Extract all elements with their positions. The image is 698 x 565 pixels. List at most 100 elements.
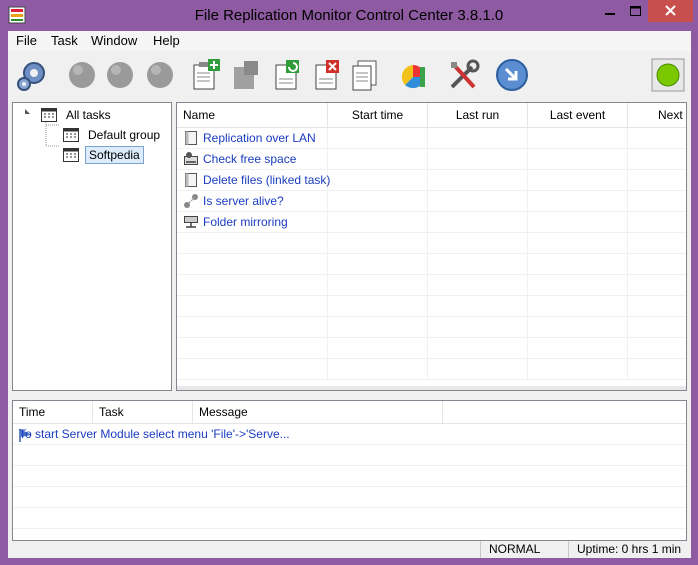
server-disabled-icon: [147, 62, 173, 88]
last-run-cell: [428, 191, 528, 212]
documents-button[interactable]: [346, 57, 382, 93]
empty-row: [177, 317, 686, 338]
task-name-cell: Delete files (linked task): [177, 170, 331, 191]
copy-task-button[interactable]: [228, 57, 264, 93]
task-row[interactable]: Is server alive?: [177, 191, 686, 212]
last-event-cell: [528, 128, 628, 149]
task-name-cell: Replication over LAN: [177, 128, 328, 149]
menu-help[interactable]: Help: [153, 33, 180, 48]
task-name: Delete files (linked task): [203, 173, 331, 187]
empty-row: [13, 445, 686, 466]
column-header-next-run[interactable]: Next r: [628, 103, 686, 128]
message-log: Time Task Message To start Server Module…: [12, 400, 687, 541]
task-name: Is server alive?: [203, 194, 284, 208]
maximize-button[interactable]: [623, 0, 648, 22]
toolbar: [8, 51, 691, 99]
task-list-header: Name Start time Last run Last event Next…: [177, 103, 686, 128]
empty-row: [13, 466, 686, 487]
task-row[interactable]: Replication over LAN: [177, 128, 686, 149]
go-button[interactable]: [494, 57, 530, 93]
status-light-button[interactable]: [650, 57, 686, 93]
column-header-name[interactable]: Name: [177, 103, 328, 128]
statistics-button[interactable]: [396, 57, 432, 93]
column-header-task[interactable]: Task: [93, 401, 193, 424]
tree-node-default-group[interactable]: Default group: [63, 126, 173, 144]
refresh-task-button[interactable]: [268, 57, 304, 93]
column-header-start-time[interactable]: Start time: [328, 103, 428, 128]
last-run-cell: [428, 128, 528, 149]
start-time-cell: [328, 191, 428, 212]
copy-task-icon: [234, 61, 258, 89]
calendar-icon: [63, 128, 79, 142]
empty-row: [177, 254, 686, 275]
minimize-icon: [605, 13, 615, 15]
tree-node-label: Softpedia: [85, 146, 144, 164]
task-list: Name Start time Last run Last event Next…: [176, 102, 687, 391]
calendar-icon: [41, 108, 57, 122]
menu-file[interactable]: File: [16, 33, 37, 48]
close-button[interactable]: [648, 0, 693, 22]
tree-node-softpedia[interactable]: Softpedia: [63, 146, 163, 164]
log-row[interactable]: To start Server Module select menu 'File…: [13, 424, 686, 445]
new-task-button[interactable]: [188, 57, 224, 93]
horizontal-scrollbar[interactable]: [177, 386, 686, 390]
status-uptime: Uptime: 0 hrs 1 min: [568, 541, 691, 558]
start-time-cell: [328, 212, 428, 233]
statistics-chart-icon: [401, 65, 425, 89]
documents-icon: [352, 60, 377, 91]
calendar-icon: [63, 148, 79, 162]
column-header-last-run[interactable]: Last run: [428, 103, 528, 128]
status-bar: NORMAL Uptime: 0 hrs 1 min: [8, 541, 691, 558]
mirror-icon: [184, 216, 198, 228]
task-row[interactable]: Delete files (linked task): [177, 170, 686, 191]
log-header: Time Task Message: [13, 401, 686, 424]
tree-node-all-tasks[interactable]: All tasks: [41, 106, 161, 124]
task-row[interactable]: Folder mirroring: [177, 212, 686, 233]
disk-icon: [184, 152, 198, 165]
start-time-cell: [328, 128, 428, 149]
last-run-cell: [428, 149, 528, 170]
task-row[interactable]: Check free space: [177, 149, 686, 170]
title-bar[interactable]: File Replication Monitor Control Center …: [0, 0, 698, 31]
server-button-3[interactable]: [142, 57, 178, 93]
go-arrow-icon: [496, 59, 528, 91]
menu-task[interactable]: Task: [51, 33, 78, 48]
last-run-cell: [428, 170, 528, 191]
refresh-task-icon: [275, 60, 299, 90]
empty-row: [177, 296, 686, 317]
tools-button[interactable]: [446, 57, 482, 93]
task-name-cell: Is server alive?: [177, 191, 328, 212]
start-time-cell: [328, 170, 428, 191]
column-header-message[interactable]: Message: [193, 401, 443, 424]
settings-button[interactable]: [14, 57, 50, 93]
task-name: Check free space: [203, 152, 297, 166]
document-icon: [185, 173, 197, 187]
task-name: Folder mirroring: [203, 215, 288, 229]
column-header-time[interactable]: Time: [13, 401, 93, 424]
last-event-cell: [528, 212, 628, 233]
minimize-button[interactable]: [596, 0, 623, 22]
start-time-cell: [328, 149, 428, 170]
server-button-1[interactable]: [64, 57, 100, 93]
delete-task-icon: [315, 60, 339, 90]
server-disabled-icon: [107, 62, 133, 88]
status-mode: NORMAL: [480, 541, 568, 558]
task-name: Replication over LAN: [203, 131, 316, 145]
maximize-icon: [630, 6, 641, 16]
status-light-icon: [651, 58, 685, 92]
document-icon: [185, 131, 197, 145]
new-task-icon: [193, 59, 220, 90]
last-event-cell: [528, 149, 628, 170]
settings-gears-icon: [17, 62, 45, 91]
empty-row: [177, 233, 686, 254]
server-button-2[interactable]: [102, 57, 138, 93]
task-name-cell: Check free space: [177, 149, 328, 170]
menu-window[interactable]: Window: [91, 33, 137, 48]
delete-task-button[interactable]: [308, 57, 344, 93]
empty-row: [177, 359, 686, 380]
column-header-last-event[interactable]: Last event: [528, 103, 628, 128]
last-event-cell: [528, 191, 628, 212]
tools-icon: [450, 59, 480, 89]
empty-row: [177, 275, 686, 296]
empty-row: [13, 508, 686, 529]
